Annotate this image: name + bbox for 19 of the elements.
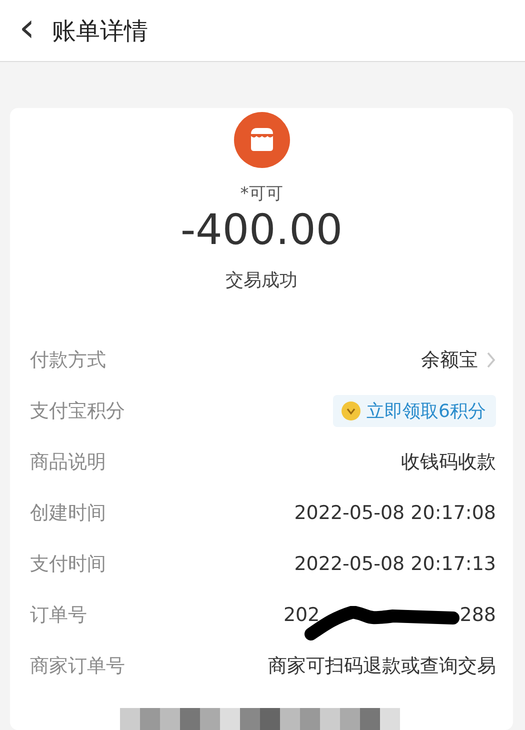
back-button[interactable]: ‹ — [12, 8, 42, 54]
status-text: 交易成功 — [226, 269, 298, 292]
payee-name: *可可 — [240, 183, 283, 205]
order-number-end: 288 — [460, 604, 496, 626]
field-value: 商家可扫码退款或查询交易 — [268, 654, 496, 678]
field-label: 订单号 — [30, 602, 87, 628]
field-label: 付款方式 — [30, 348, 106, 372]
field-value: 收钱码收款 — [401, 450, 496, 474]
amount: -400.00 — [180, 205, 343, 254]
page-title: 账单详情 — [52, 16, 148, 46]
field-label: 创建时间 — [30, 500, 106, 526]
field-label: 支付宝积分 — [30, 398, 125, 424]
field-value: 余额宝 — [421, 348, 478, 372]
order-number-start: 202 — [283, 604, 320, 626]
field-value: 2022-05-08 20:17:08 — [294, 502, 496, 524]
field-value: 2022-05-08 20:17:13 — [294, 552, 496, 574]
field-label: 商家订单号 — [30, 654, 125, 678]
field-label: 商品说明 — [30, 450, 106, 474]
field-label: 支付时间 — [30, 552, 106, 576]
